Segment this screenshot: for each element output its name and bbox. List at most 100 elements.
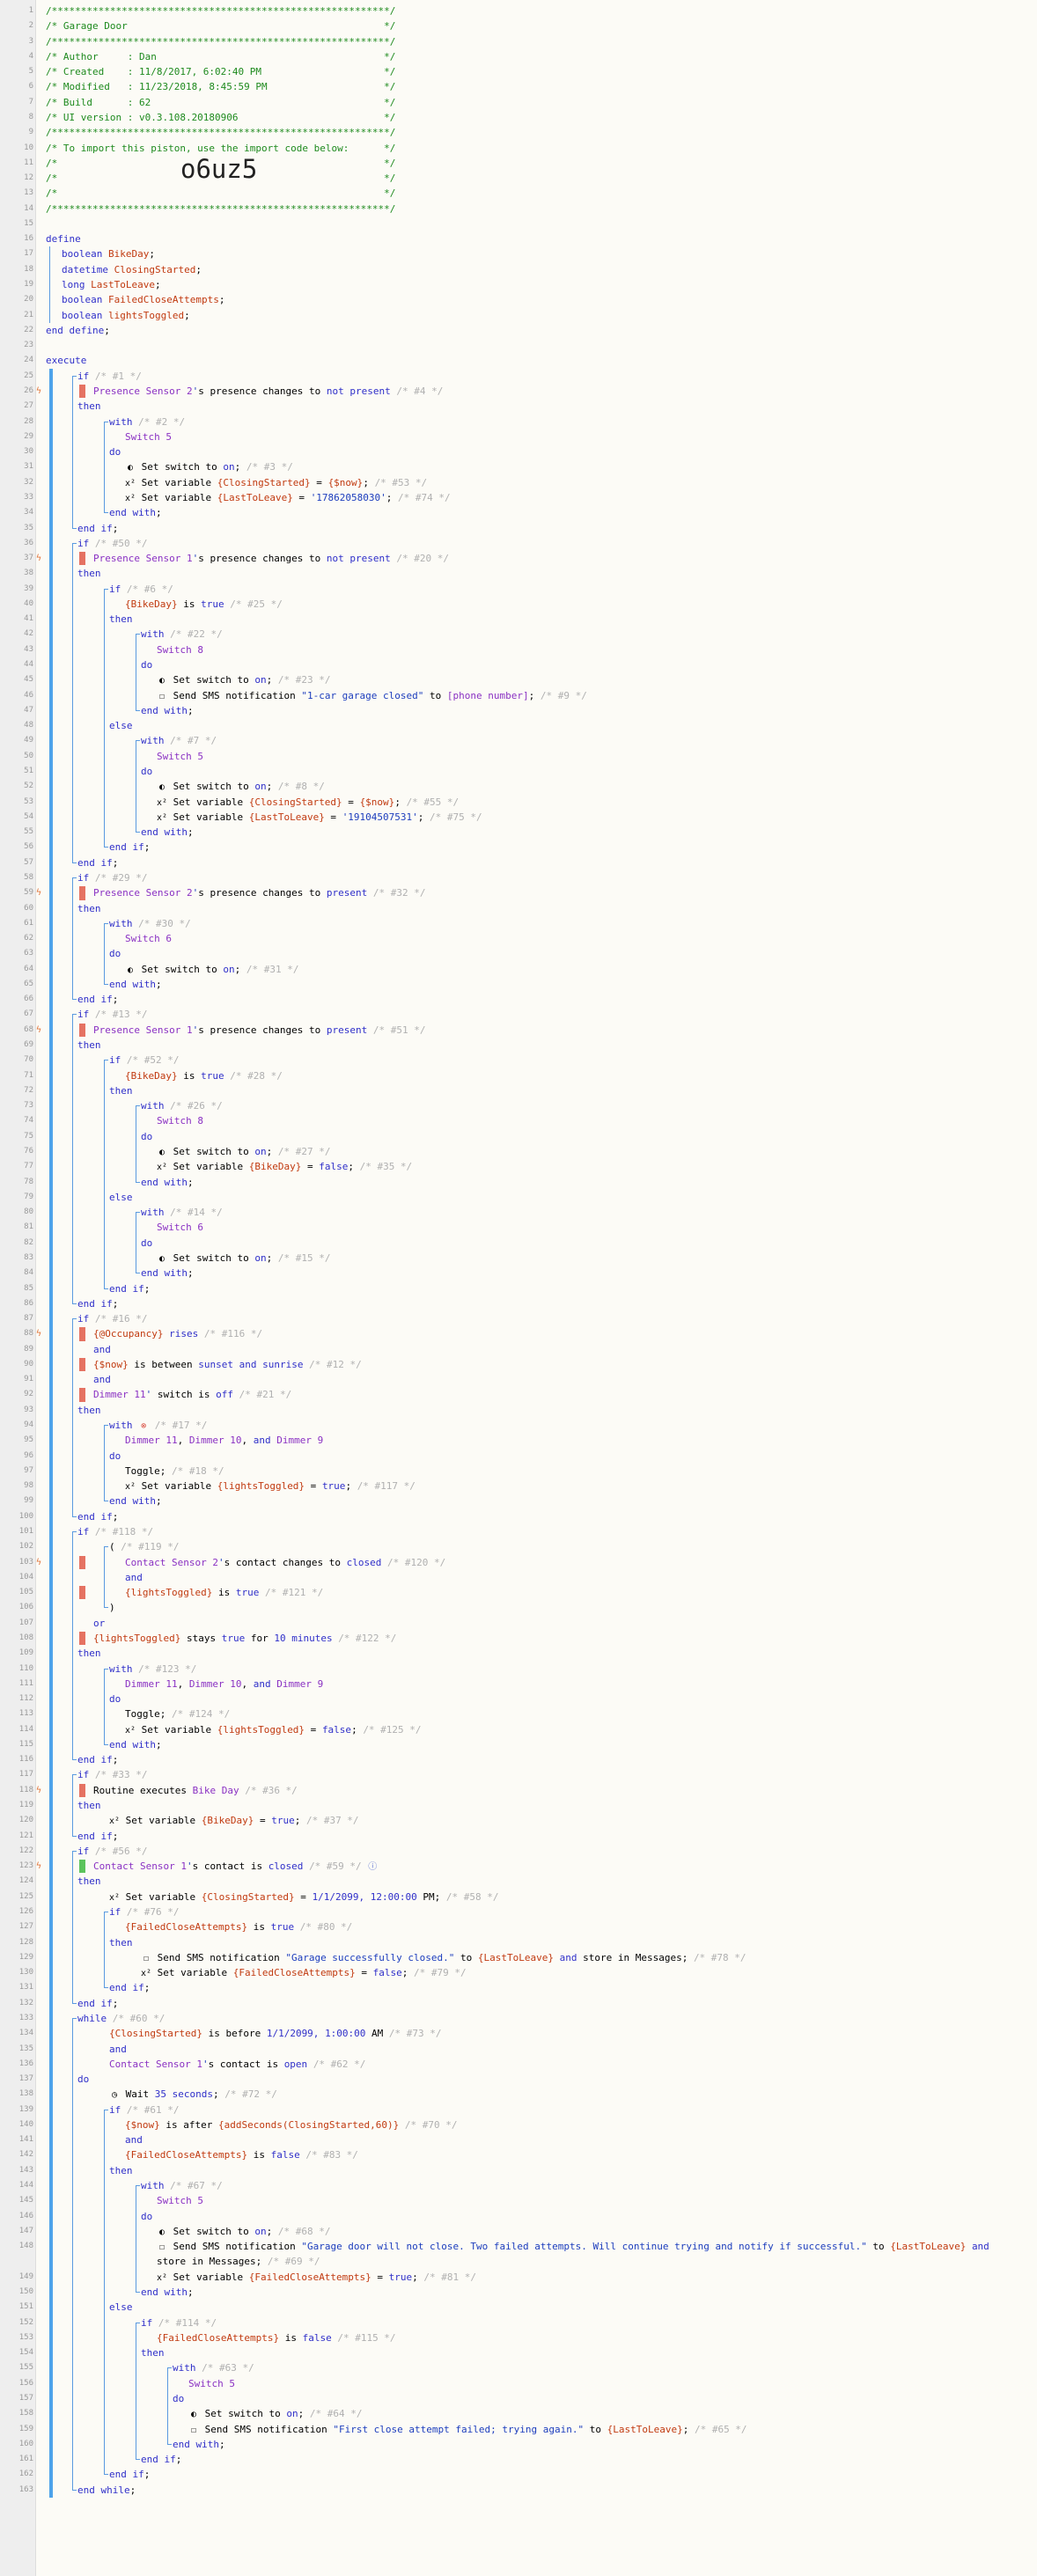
- switch-toggle-icon: ◐: [127, 463, 134, 473]
- condition-state-flag: [79, 1555, 85, 1569]
- line-number: 123: [18, 1861, 33, 1871]
- code-line: then: [109, 1084, 133, 1097]
- info-circle-icon[interactable]: ⓘ: [367, 1860, 378, 1875]
- code-line: end with;: [141, 1176, 194, 1188]
- line-number: 54: [24, 811, 33, 821]
- variable-x2-icon: x²: [157, 2272, 168, 2283]
- line-number: 17: [24, 249, 33, 259]
- line-number: 71: [24, 1070, 33, 1080]
- line-number: 153: [18, 2332, 33, 2342]
- execute-rail: [49, 368, 53, 2498]
- lightning-bolt-icon[interactable]: ϟ: [36, 1326, 47, 1341]
- code-line: then: [77, 1800, 101, 1812]
- line-number: 150: [18, 2287, 33, 2296]
- code-line: if /* #56 */: [77, 1845, 148, 1857]
- lightning-bolt-icon[interactable]: ϟ: [36, 885, 47, 900]
- lightning-bolt-icon[interactable]: ϟ: [36, 384, 47, 399]
- line-number: 128: [18, 1937, 33, 1947]
- line-number: 20: [24, 295, 33, 305]
- line-number: 44: [24, 660, 33, 670]
- block-tick: [72, 542, 77, 544]
- block-tick: [104, 1288, 108, 1289]
- line-number: 103: [18, 1557, 33, 1567]
- code-line: Dimmer 11' switch is off /* #21 */: [93, 1389, 292, 1401]
- code-line: /* Modified : 11/23/2018, 8:45:59 PM */: [46, 81, 396, 93]
- code-line: x² Set variable {lightsToggled} = false;…: [125, 1722, 422, 1738]
- line-number: 70: [24, 1055, 33, 1065]
- code-line: do: [109, 1693, 121, 1706]
- variable-x2-icon: x²: [109, 1816, 121, 1827]
- code-line: with /* #67 */: [141, 2180, 223, 2192]
- line-number: 146: [18, 2211, 33, 2220]
- block-tick: [72, 375, 77, 377]
- lightning-bolt-icon[interactable]: ϟ: [36, 1783, 47, 1798]
- code-line: with ⊗ /* #17 */: [109, 1418, 207, 1434]
- code-line: end if;: [77, 994, 119, 1006]
- block-tick: [72, 1318, 77, 1320]
- block-tick: [72, 2002, 77, 2004]
- line-number: 161: [18, 2455, 33, 2464]
- line-number: 126: [18, 1907, 33, 1916]
- code-line: ☐ Send SMS notification "Garage successf…: [141, 1950, 746, 1966]
- condition-state-flag: [79, 552, 85, 566]
- line-number: 8: [28, 112, 33, 121]
- code-line: /* UI version : v0.3.108.20180906 */: [46, 111, 396, 123]
- code-line: ◐ Set switch to on; /* #68 */: [157, 2224, 330, 2240]
- line-number: 140: [18, 2119, 33, 2129]
- code-line: {lightsToggled} stays true for 10 minute…: [93, 1632, 397, 1644]
- code-line: Contact Sensor 1's contact is open /* #6…: [109, 2058, 366, 2070]
- code-line: then: [77, 568, 101, 580]
- code-line: Switch 8: [157, 643, 203, 656]
- line-number: 147: [18, 2226, 33, 2235]
- code-line: /* */: [46, 187, 396, 200]
- code-line: ◐ Set switch to on; /* #64 */: [188, 2406, 362, 2422]
- code-line: then: [109, 1936, 133, 1949]
- line-number: 10: [24, 143, 33, 152]
- code-line: ( /* #119 */: [109, 1541, 180, 1553]
- line-number: 104: [18, 1572, 33, 1582]
- piston-code-view: 1 2 3 4 5 6 7 8 9 10 11 12 13 14 15 16 17 18 19 20 21 22 23 24 2…: [0, 0, 1037, 2576]
- line-number: 133: [18, 2013, 33, 2022]
- line-number: 18: [24, 264, 33, 274]
- variable-x2-icon: x²: [125, 1725, 136, 1736]
- line-number: 159: [18, 2424, 33, 2433]
- line-number: 84: [24, 1268, 33, 1278]
- line-number: 66: [24, 994, 33, 1004]
- block-tick: [136, 832, 140, 833]
- block-tick: [136, 1212, 140, 1214]
- line-number: 52: [24, 782, 33, 791]
- line-number: 55: [24, 827, 33, 837]
- line-number: 62: [24, 934, 33, 943]
- line-number: 117: [18, 1770, 33, 1780]
- code-line: x² Set variable {LastToLeave} = '1786205…: [125, 490, 451, 506]
- line-number: 27: [24, 401, 33, 411]
- block-rail: [104, 2109, 105, 2475]
- block-tick: [104, 1987, 108, 1989]
- code-line: /* To import this piston, use the import…: [46, 142, 396, 154]
- variable-x2-icon: x²: [141, 1969, 152, 1979]
- line-number: 28: [24, 416, 33, 426]
- lightning-bolt-icon[interactable]: ϟ: [36, 1555, 47, 1570]
- line-number: 151: [18, 2302, 33, 2312]
- code-line: and: [93, 1374, 111, 1386]
- lightning-bolt-icon[interactable]: ϟ: [36, 1023, 47, 1038]
- code-line: and: [93, 1343, 111, 1355]
- line-number: 72: [24, 1085, 33, 1095]
- line-number: 50: [24, 751, 33, 760]
- code-line: with /* #7 */: [141, 735, 217, 747]
- code-line: then: [77, 400, 101, 413]
- block-tick: [72, 1303, 77, 1304]
- code-line: if /* #1 */: [77, 370, 142, 382]
- line-number: 13: [24, 188, 33, 198]
- line-number: 112: [18, 1694, 33, 1704]
- switch-toggle-icon: ◐: [158, 1148, 165, 1157]
- line-number: 79: [24, 1192, 33, 1201]
- code-line: else: [109, 1191, 133, 1203]
- line-number: 106: [18, 1603, 33, 1612]
- line-number: 142: [18, 2150, 33, 2160]
- code-line: do: [173, 2392, 185, 2404]
- lightning-bolt-icon[interactable]: ϟ: [36, 1859, 47, 1874]
- lightning-bolt-icon[interactable]: ϟ: [36, 551, 47, 566]
- code-line: {BikeDay} is true /* #25 */: [125, 598, 283, 610]
- code-line: if /* #13 */: [77, 1009, 148, 1021]
